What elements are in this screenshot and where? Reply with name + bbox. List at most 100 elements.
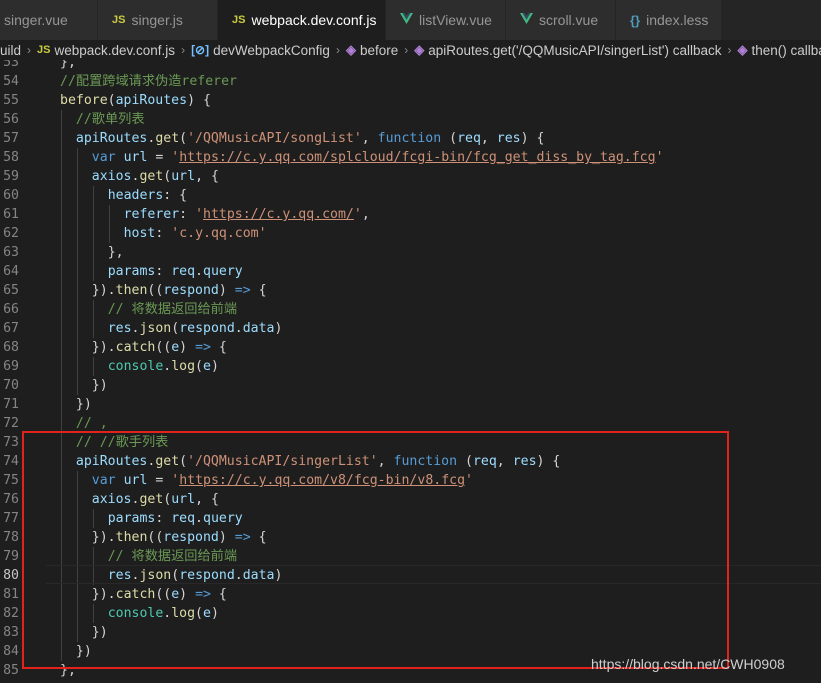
code-token: ((: [155, 340, 172, 355]
code-line[interactable]: 55 before(apiRoutes) {: [0, 91, 821, 110]
code-line[interactable]: 64 params: req.query: [0, 262, 821, 281]
code-line[interactable]: 63},: [0, 243, 821, 262]
line-number: 76: [3, 492, 19, 507]
code-token: {: [250, 283, 267, 298]
line-number: 61: [3, 207, 19, 222]
vue-icon: [400, 13, 413, 27]
code-token: url: [171, 169, 196, 184]
code-text: //歌单列表: [76, 110, 145, 129]
line-number: 68: [3, 340, 19, 355]
code-token: ((: [147, 283, 164, 298]
code-line[interactable]: 59 axios.get(url, {: [0, 167, 821, 186]
code-token: // 将数据返回给前端: [107, 302, 238, 317]
code-text: referer: 'https://c.y.qq.com/',: [124, 205, 370, 224]
code-token: .: [195, 264, 203, 279]
tab-label: singer.js: [131, 12, 183, 28]
code-token: // ,: [75, 416, 108, 431]
line-number: 82: [3, 606, 19, 621]
code-line[interactable]: 62 host: 'c.y.qq.com': [0, 224, 821, 243]
breadcrumb-item[interactable]: ◈ apiRoutes.get('/QQMusicAPI/singerList')…: [414, 42, 721, 58]
breadcrumb-label: uild: [0, 42, 22, 58]
breadcrumb-item[interactable]: JS webpack.dev.conf.js: [37, 43, 175, 58]
code-token: =>: [195, 340, 211, 355]
breadcrumb-item[interactable]: uild: [0, 43, 21, 58]
breadcrumb: uild › JS webpack.dev.conf.js › [⊘] devWebpack…: [0, 40, 821, 60]
code-token: '/QQMusicAPI/songList': [187, 131, 362, 146]
tab-listView-vue[interactable]: listView.vue: [386, 0, 506, 40]
code-line[interactable]: 66 // 将数据返回给前端: [0, 300, 821, 319]
tab-singer-js[interactable]: JS singer.js: [98, 0, 218, 40]
breadcrumb-item[interactable]: [⊘] devWebpackConfig: [191, 43, 330, 58]
code-token: axios: [91, 169, 132, 184]
tab-scroll-vue[interactable]: scroll.vue: [506, 0, 616, 40]
code-text: console.log(e): [108, 357, 219, 376]
code-line[interactable]: 57 apiRoutes.get('/QQMusicAPI/songList', …: [0, 129, 821, 148]
code-text: var url = 'https://c.y.qq.com/splcloud/f…: [92, 148, 664, 167]
tab-webpack-dev-conf-js[interactable]: JSwebpack.dev.conf.js×: [218, 0, 394, 40]
code-line[interactable]: 58 var url = 'https://c.y.qq.com/splcloud…: [0, 148, 821, 167]
line-number: 63: [3, 245, 19, 260]
code-token: ): [218, 283, 235, 298]
code-token: ': [655, 150, 664, 165]
tab-label: listView.vue: [419, 12, 492, 28]
code-token: url: [123, 150, 148, 165]
breadcrumb-label: before: [359, 42, 399, 58]
code-line[interactable]: 68}).catch((e) => {: [0, 338, 821, 357]
line-number: 74: [3, 454, 19, 469]
breadcrumb-item[interactable]: ◈ then() callba: [738, 42, 821, 58]
code-token: catch: [115, 340, 156, 355]
code-token: log: [171, 359, 196, 374]
code-token: headers: [107, 188, 164, 203]
code-line[interactable]: 70}): [0, 376, 821, 395]
code-token: :: [179, 207, 196, 222]
line-number: 73: [3, 435, 19, 450]
red-annotation-box: [22, 431, 729, 669]
code-token: get: [139, 169, 164, 184]
line-number: 53: [3, 60, 19, 70]
code-token: , {: [195, 169, 219, 184]
line-number: 70: [3, 378, 19, 393]
code-line[interactable]: 65}).then((respond) => {: [0, 281, 821, 300]
tab-index-less[interactable]: {} index.less: [616, 0, 722, 40]
tab-label: scroll.vue: [539, 12, 599, 28]
code-line[interactable]: 71}): [0, 395, 821, 414]
code-token: then: [115, 283, 148, 298]
code-token: e: [171, 340, 180, 355]
code-token: (: [171, 321, 180, 336]
code-text: params: req.query: [108, 262, 243, 281]
code-token: req: [457, 131, 481, 146]
code-token: =>: [234, 283, 251, 298]
code-line[interactable]: 60 headers: {: [0, 186, 821, 205]
code-line[interactable]: 56 //歌单列表: [0, 110, 821, 129]
breadcrumb-item[interactable]: ◈ before: [346, 42, 398, 58]
code-text: }): [76, 395, 92, 414]
code-token: apiRoutes: [75, 131, 148, 146]
tab-label: singer.vue: [4, 12, 68, 28]
code-token: apiRoutes: [115, 93, 188, 108]
line-number: 71: [3, 397, 19, 412]
code-line[interactable]: 61 referer: 'https://c.y.qq.com/',: [0, 205, 821, 224]
chevron-right-icon: ›: [335, 43, 340, 57]
code-token: (: [107, 93, 116, 108]
tab-singer-vue[interactable]: singer.vue: [0, 0, 98, 40]
code-text: // 将数据返回给前端: [108, 300, 237, 319]
code-text: headers: {: [108, 186, 187, 205]
watermark: https://blog.csdn.net/CWH0908: [591, 656, 785, 672]
code-text: before(apiRoutes) {: [60, 91, 211, 110]
line-number: 65: [3, 283, 19, 298]
code-line[interactable]: 69 console.log(e): [0, 357, 821, 376]
code-token: query: [203, 264, 243, 279]
line-number: 77: [3, 511, 19, 526]
line-number: 84: [3, 644, 19, 659]
code-token: ) {: [520, 131, 545, 146]
code-line[interactable]: 67 res.json(respond.data): [0, 319, 821, 338]
line-number: 57: [3, 131, 19, 146]
code-token: (: [441, 131, 458, 146]
code-token: params: [107, 264, 156, 279]
code-token: host: [123, 226, 156, 241]
code-token: : {: [163, 188, 188, 203]
code-line[interactable]: 53},: [0, 60, 821, 72]
code-line[interactable]: 54 //配置跨域请求伪造referer: [0, 72, 821, 91]
line-number: 62: [3, 226, 19, 241]
code-text: },: [60, 60, 76, 72]
